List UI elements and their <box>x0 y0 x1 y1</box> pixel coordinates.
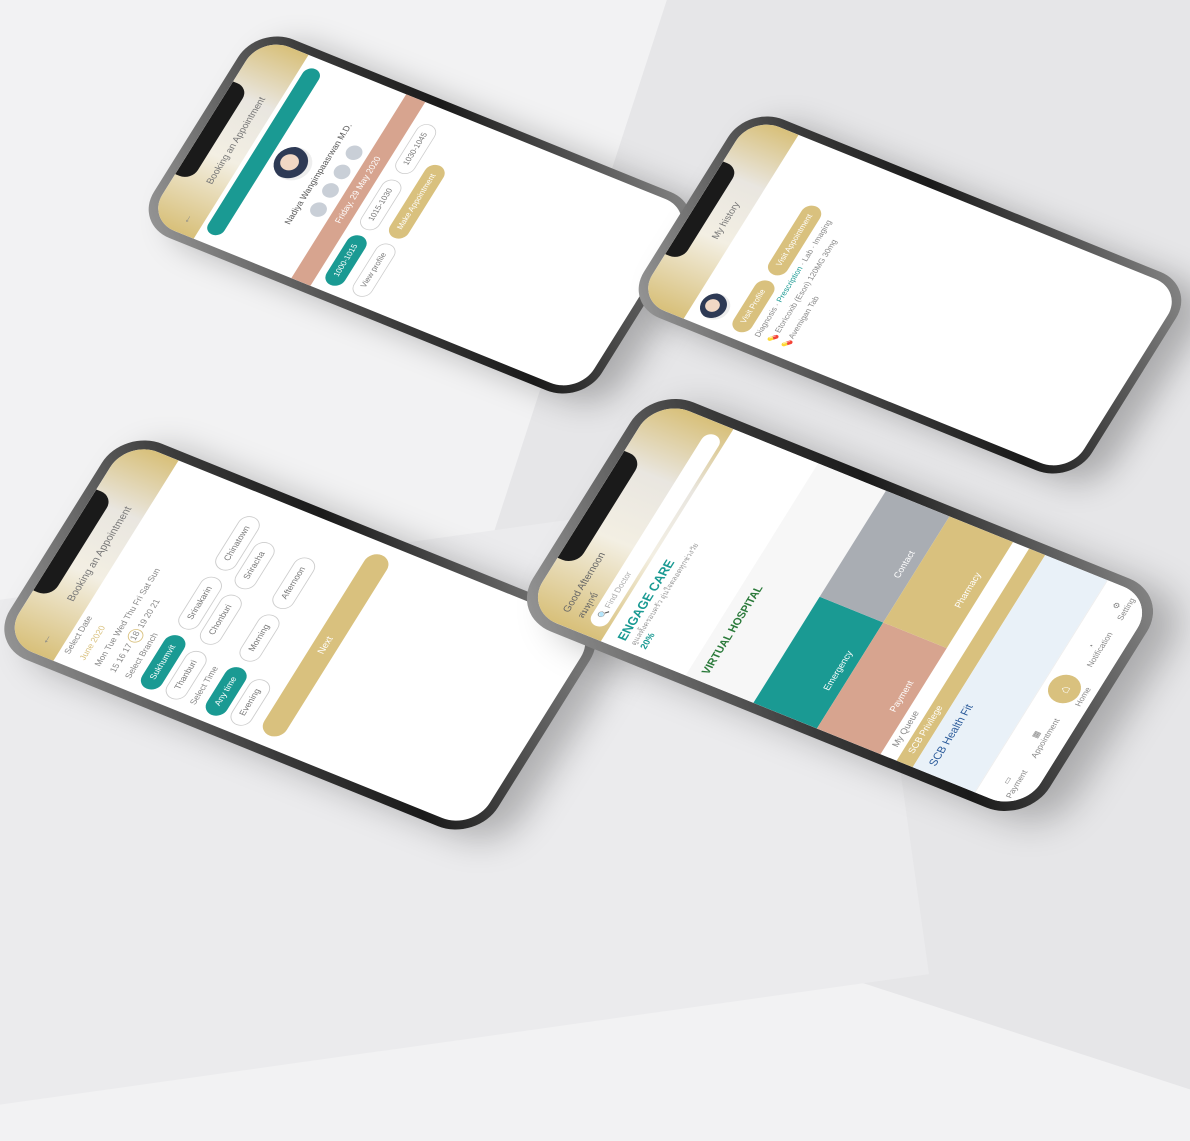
avatar[interactable] <box>330 162 354 182</box>
avatar[interactable] <box>318 181 342 201</box>
patient-avatar <box>694 289 736 324</box>
nav-notification[interactable]: ◔ Notification <box>1076 628 1115 668</box>
screen-booking-doctor: ← Booking an Appointment Nadiya Wangimpa… <box>146 35 694 395</box>
nav-home[interactable]: ⌂ Home <box>1041 670 1095 711</box>
day-label: Fri <box>131 594 146 607</box>
nav-appointment[interactable]: ▦ Appointment <box>1019 713 1062 759</box>
date-cell[interactable]: 19 <box>136 618 150 630</box>
date-cell[interactable]: 17 <box>121 642 135 654</box>
nav-payment[interactable]: ▭ Payment <box>994 765 1029 800</box>
avatar[interactable] <box>342 143 366 163</box>
date-cell[interactable]: 16 <box>115 652 129 664</box>
avatar[interactable] <box>307 199 331 219</box>
nav-setting[interactable]: ⚙ Setting <box>1105 593 1136 622</box>
date-cell[interactable]: 21 <box>149 598 163 610</box>
date-cell[interactable]: 15 <box>108 662 122 674</box>
date-cell[interactable]: 20 <box>142 608 156 620</box>
